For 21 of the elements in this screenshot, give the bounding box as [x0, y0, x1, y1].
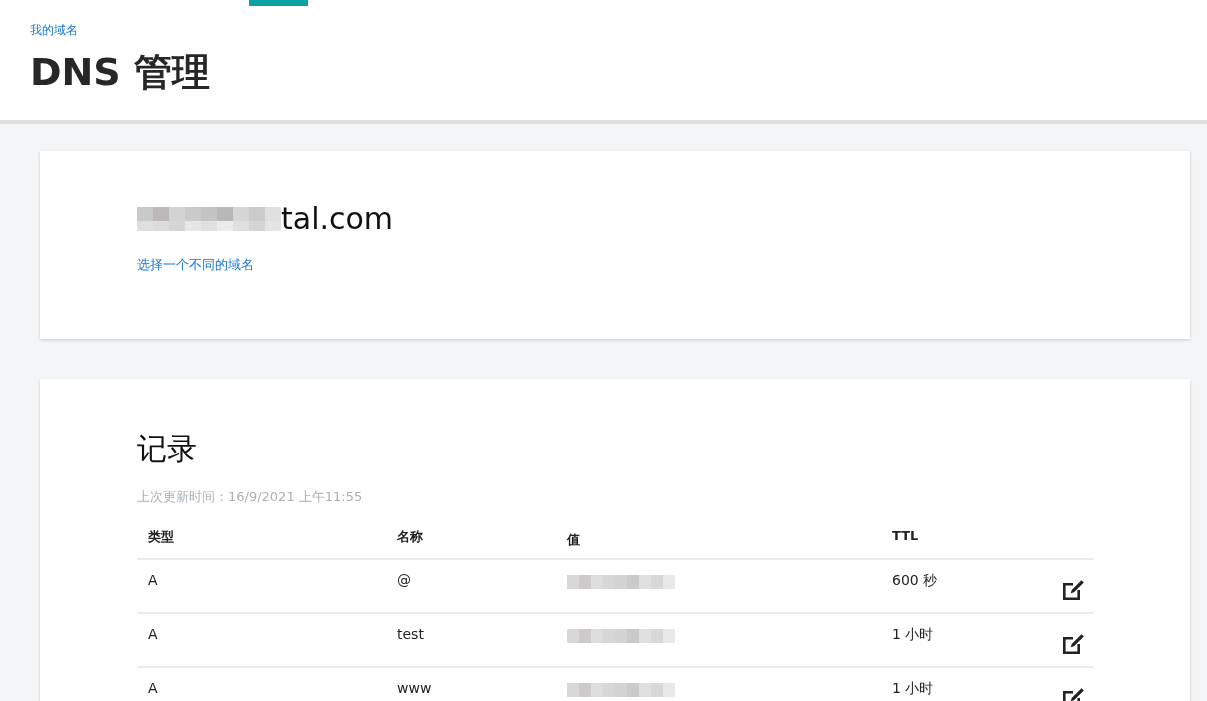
domain-name: tal.com	[281, 201, 394, 236]
table-cell-text: 1 小时	[891, 626, 935, 644]
table-cell-text: 600 秒	[891, 572, 939, 590]
change-domain-link[interactable]: 选择一个不同的域名	[137, 256, 1190, 274]
last-updated-text: 上次更新时间：16/9/2021 上午11:55	[137, 488, 364, 506]
breadcrumb-link[interactable]: 我的域名	[30, 0, 1207, 39]
table-cell-text: 1 小时	[891, 680, 935, 698]
table-cell-text: test	[396, 626, 425, 642]
records-title: 记录	[137, 430, 198, 468]
column-header: 名称	[396, 528, 424, 546]
page-title: DNS 管理	[30, 49, 211, 96]
table-cell-text: A	[147, 626, 159, 642]
column-header: TTL	[891, 528, 920, 543]
table-cell-text: www	[396, 680, 433, 696]
column-header: 值	[565, 531, 581, 549]
table-cell-text: @	[396, 572, 412, 588]
column-header: 类型	[147, 528, 175, 546]
edit-icon[interactable]	[1061, 632, 1085, 656]
table-cell-text: A	[147, 572, 159, 588]
edit-icon[interactable]	[1061, 578, 1085, 602]
table-cell-text: A	[147, 680, 159, 696]
